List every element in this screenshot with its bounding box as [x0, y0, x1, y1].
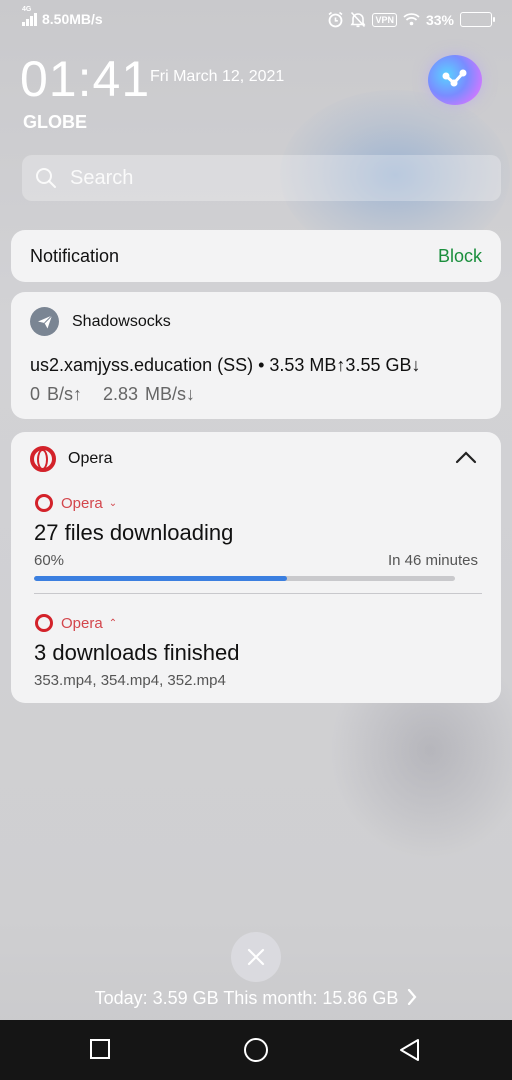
- finished-title: 3 downloads finished: [34, 640, 240, 665]
- downloading-title: 27 files downloading: [34, 520, 234, 545]
- finished-header: Opera ⌃: [35, 614, 117, 632]
- download-eta: In 46 minutes: [387, 552, 478, 569]
- download-progress-bar: [34, 576, 455, 581]
- app-name: Shadowsocks: [72, 312, 171, 330]
- downloading-header: Opera ⌄: [35, 494, 117, 512]
- divider: [34, 593, 482, 594]
- notification-label: Notification: [30, 245, 120, 266]
- connection-info: us2.xamjyss.education (SS) • 3.53 MB↑3.5…: [30, 355, 421, 375]
- navigation-bar: [0, 1020, 512, 1080]
- battery-percent: 33%: [425, 11, 454, 28]
- battery-icon: [460, 12, 495, 27]
- opera-logo-icon: [30, 446, 56, 472]
- chevron-down-icon[interactable]: ⌄: [109, 498, 117, 509]
- notification-settings-card: Notification Block: [11, 230, 501, 282]
- close-icon: [247, 948, 265, 966]
- network-speed: 8.50MB/s: [42, 11, 103, 27]
- paper-plane-icon: [30, 307, 59, 336]
- chevron-up-icon[interactable]: [455, 450, 477, 464]
- block-button[interactable]: Block: [438, 246, 482, 267]
- home-button[interactable]: [243, 1037, 269, 1063]
- back-button[interactable]: [398, 1038, 422, 1062]
- share-nodes-icon: [442, 69, 467, 87]
- data-usage-link[interactable]: Today: 3.59 GB This month: 15.86 GB: [0, 988, 512, 1009]
- recents-button[interactable]: [89, 1038, 111, 1060]
- search-bar[interactable]: [22, 155, 501, 201]
- assistant-app-icon[interactable]: [428, 55, 482, 105]
- signal-icon: 4G: [22, 6, 37, 26]
- mute-icon: [350, 11, 366, 28]
- finished-files: 353.mp4, 354.mp4, 352.mp4: [34, 672, 226, 689]
- chevron-right-icon: [408, 988, 417, 1006]
- search-input[interactable]: [70, 166, 501, 190]
- chevron-up-icon[interactable]: ⌃: [109, 618, 117, 629]
- sub-app-name: Opera: [61, 614, 103, 632]
- opera-notification-group[interactable]: Opera Opera ⌄ 27 files downloading 60% I…: [11, 432, 501, 703]
- clock: 01:41: [20, 51, 151, 107]
- date: Fri March 12, 2021: [150, 68, 285, 85]
- data-usage-text: Today: 3.59 GB This month: 15.86 GB: [94, 988, 399, 1008]
- status-bar: 4G 8.50MB/s VPN 33%: [0, 0, 512, 40]
- search-icon: [36, 168, 56, 188]
- clear-all-button[interactable]: [231, 932, 281, 982]
- carrier-name: GLOBE: [23, 112, 88, 132]
- transfer-speed: 0 B/s↑ 2.83 MB/s↓: [30, 384, 196, 404]
- opera-logo-icon: [35, 614, 53, 632]
- alarm-icon: [328, 11, 343, 28]
- download-percent: 60%: [34, 552, 65, 569]
- opera-logo-icon: [35, 494, 53, 512]
- sub-app-name: Opera: [61, 494, 103, 512]
- vpn-icon: VPN: [372, 12, 397, 27]
- app-name: Opera: [68, 450, 113, 467]
- wifi-icon: [403, 13, 420, 26]
- shadowsocks-notification[interactable]: Shadowsocks us2.xamjyss.education (SS) •…: [11, 292, 501, 419]
